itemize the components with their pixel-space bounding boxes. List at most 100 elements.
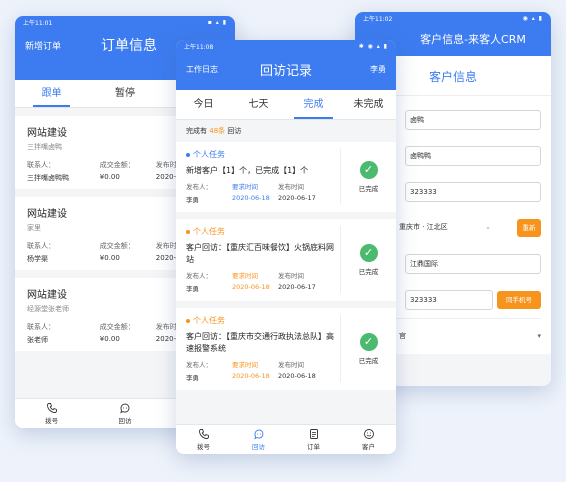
visit-tabs: 今日 七天 完成 未完成 (176, 90, 396, 120)
source-select[interactable]: 官 ▾ (395, 326, 541, 347)
summary-prefix: 完成有 (186, 127, 207, 135)
customer-phone-field[interactable]: 323333 (405, 182, 541, 202)
nav-label: 客户 (362, 443, 375, 451)
task-description: 新增客户【1】个，已完成【1】个 (186, 166, 309, 175)
page-title: 回访记录 (259, 63, 312, 79)
nav-label: 回访 (118, 417, 132, 425)
same-mobile-button[interactable]: 同手机号 (497, 291, 541, 309)
task-tag-label: 个人任务 (193, 227, 225, 236)
contact-value: 张老师 (27, 336, 48, 344)
status-time: 上午11:08 (184, 43, 214, 51)
tab-paused[interactable]: 暂停 (88, 80, 161, 107)
customer-contact-field[interactable]: 卤鸭鸭 (405, 146, 541, 166)
task-tag: 个人任务 (186, 226, 334, 237)
tab-today[interactable]: 今日 (176, 90, 231, 119)
status-bar: 上午11:02 ◉ ▴ ▮ (355, 12, 551, 24)
status-bar: 上午11:01 ▪ ▴ ▮ (15, 16, 235, 28)
task-tag-label: 个人任务 (193, 150, 225, 159)
chat-icon (253, 429, 263, 440)
region-value: 重庆市 · 江北区 (399, 223, 448, 231)
tab-seven-days[interactable]: 七天 (231, 90, 286, 119)
dropdown-arrow-icon: ▾ (537, 331, 541, 340)
required-time-label: 要求时间 (232, 361, 258, 369)
mobile-field[interactable]: 323333 (405, 290, 493, 310)
task-status: ✓ 已完成 (340, 226, 396, 293)
nav-label: 拨号 (197, 443, 210, 451)
task-card[interactable]: 个人任务 新增客户【1】个，已完成【1】个 发布人： 要求时间 发布时间 李勇 … (176, 142, 396, 212)
contact-label: 联系人： (27, 161, 55, 169)
new-order-button[interactable]: 新增订单 (25, 39, 83, 52)
amount-label: 成交金额： (99, 242, 135, 250)
publisher-value: 李勇 (186, 285, 199, 293)
summary-count: 48条 (209, 127, 226, 135)
task-tag: 个人任务 (186, 149, 334, 160)
nav-customer[interactable]: 客户 (341, 425, 396, 454)
tab-incomplete[interactable]: 未完成 (341, 90, 396, 119)
work-log-button[interactable]: 工作日志 (186, 64, 236, 75)
required-time-value: 2020-06-18 (232, 194, 270, 202)
status-text: 已完成 (358, 184, 379, 193)
publish-time-label: 发布时间 (278, 361, 304, 369)
publisher-value: 李勇 (186, 374, 199, 382)
region-reset-button[interactable]: 重新 (517, 219, 541, 237)
nav-label: 回访 (252, 443, 265, 451)
task-tag: 个人任务 (186, 315, 334, 326)
required-time-label: 要求时间 (232, 183, 258, 191)
region-select[interactable]: 重庆市 · 江北区 ⌄ (395, 218, 491, 238)
page-title: 客户信息-来客人CRM (420, 33, 526, 46)
tab-following[interactable]: 跟单 (15, 80, 88, 107)
phone-icon (46, 403, 57, 413)
publisher-label: 发布人： (186, 361, 212, 369)
nav-dial[interactable]: 拨号 (15, 399, 88, 428)
amount-value: ¥0.00 (99, 335, 120, 343)
amount-label: 成交金额： (99, 161, 135, 169)
user-button[interactable]: 李勇 (336, 64, 386, 75)
task-status: ✓ 已完成 (340, 315, 396, 382)
nav-visit[interactable]: 回访 (88, 399, 161, 428)
task-card[interactable]: 个人任务 客户回访：【重庆市交通行政执法总队】高速报警系统 发布人： 要求时间 … (176, 308, 396, 390)
summary-line: 完成有 48条 回访 (176, 120, 396, 142)
nav-order[interactable]: 订单 (286, 425, 341, 454)
tab-completed[interactable]: 完成 (286, 90, 341, 119)
status-icons: ▪ ▴ ▮ (207, 18, 227, 26)
status-time: 上午11:02 (363, 15, 393, 23)
task-description: 客户回访：【重庆汇百味餐饮】火锅底料网站 (186, 243, 334, 264)
chat-icon (120, 403, 130, 414)
document-icon (309, 429, 318, 439)
nav-label: 拨号 (45, 417, 59, 425)
contact-label: 联系人： (27, 323, 55, 331)
amount-value: ¥0.00 (99, 173, 120, 181)
status-icons: ◉ ▴ ▮ (522, 14, 543, 22)
amount-label: 成交金额： (99, 323, 135, 331)
required-time-value: 2020-06-18 (232, 372, 270, 380)
task-card[interactable]: 个人任务 客户回访：【重庆汇百味餐饮】火锅底料网站 发布人： 要求时间 发布时间… (176, 219, 396, 301)
check-icon: ✓ (359, 160, 378, 179)
status-time: 上午11:01 (23, 19, 53, 27)
publisher-label: 发布人： (186, 183, 212, 191)
task-description: 客户回访：【重庆市交通行政执法总队】高速报警系统 (186, 332, 334, 353)
address-field[interactable]: 江鼎国际 (405, 254, 541, 274)
customer-name-field[interactable]: 卤鸭 (405, 110, 541, 130)
nav-dial[interactable]: 拨号 (176, 425, 231, 454)
nav-visit[interactable]: 回访 (231, 425, 286, 454)
bullet-icon (186, 318, 190, 323)
contact-value: 杨学渠 (27, 255, 48, 263)
publisher-label: 发布人： (186, 272, 212, 280)
required-time-label: 要求时间 (232, 272, 258, 280)
status-icons: ✱ ◉ ▴ ▮ (358, 42, 388, 50)
chevron-down-icon: ⌄ (485, 223, 491, 231)
publish-time-value: 2020-06-18 (278, 372, 316, 380)
status-text: 已完成 (358, 356, 379, 365)
check-icon: ✓ (359, 243, 378, 262)
task-tag-label: 个人任务 (193, 316, 225, 325)
bullet-icon (186, 152, 190, 157)
task-status: ✓ 已完成 (340, 149, 396, 204)
bullet-icon (186, 229, 190, 234)
status-bar: 上午11:08 ✱ ◉ ▴ ▮ (176, 40, 396, 52)
source-value: 官 (399, 331, 406, 340)
publish-time-label: 发布时间 (278, 272, 304, 280)
publish-time-value: 2020-06-17 (278, 194, 316, 202)
amount-value: ¥0.00 (99, 254, 120, 262)
contact-label: 联系人： (27, 242, 55, 250)
visit-records-phone: 上午11:08 ✱ ◉ ▴ ▮ 工作日志 回访记录 李勇 今日 七天 完成 未完… (176, 40, 396, 454)
